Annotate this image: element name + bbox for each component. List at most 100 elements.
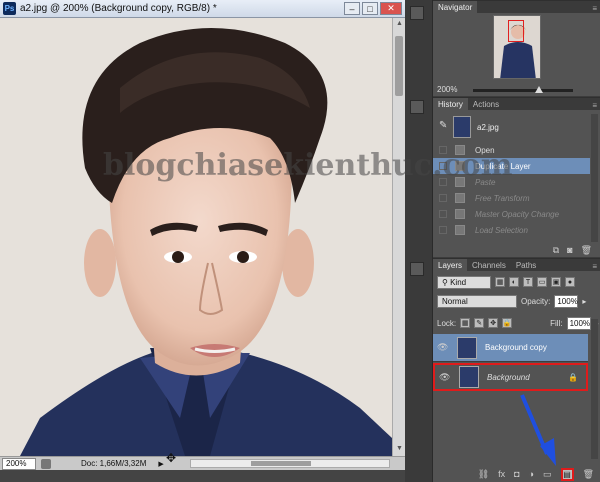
- history-item-label: Master Opacity Change: [475, 209, 560, 219]
- panel-menu-icon[interactable]: ≡: [592, 262, 597, 271]
- filter-adjustment-icon[interactable]: ◐: [509, 277, 519, 287]
- filter-toggle-icon[interactable]: ●: [565, 277, 575, 287]
- snapshot-label: a2.jpg: [477, 122, 499, 132]
- new-document-from-state-icon[interactable]: ⧉: [553, 245, 559, 256]
- panel-menu-icon[interactable]: ≡: [592, 4, 597, 13]
- window-controls: – □ ✕: [344, 2, 402, 15]
- mouse-cursor-icon: ✥: [166, 451, 177, 465]
- navigator-zoom-text[interactable]: 200%: [437, 85, 457, 94]
- document-bottom-edge: [0, 470, 405, 482]
- collapsed-panel-strip: [405, 0, 433, 482]
- document-window: Ps a2.jpg @ 200% (Background copy, RGB/8…: [0, 0, 513, 482]
- filter-kind-label: Kind: [450, 277, 467, 287]
- layer-name: Background copy: [485, 343, 547, 352]
- history-snapshot[interactable]: ✎ a2.jpg: [437, 114, 587, 140]
- document-size-text: Doc: 1,66M/3,32M: [81, 459, 147, 468]
- link-layers-icon[interactable]: ⛓: [478, 469, 489, 480]
- tab-actions[interactable]: Actions: [468, 98, 504, 110]
- delete-state-icon[interactable]: 🗑: [581, 245, 592, 256]
- navigator-tabs: Navigator ≡: [433, 1, 600, 13]
- navigator-panel: Navigator ≡ 200%: [433, 0, 600, 96]
- layers-scrollbar[interactable]: [591, 319, 598, 459]
- history-source-checkbox[interactable]: [439, 210, 447, 218]
- navigator-view-box[interactable]: [508, 20, 524, 42]
- history-item-free-transform[interactable]: Free Transform: [433, 190, 590, 206]
- layer-filter-row: ⚲ Kind ▦ ◐ T ▭ ▣ ●: [437, 274, 575, 290]
- tab-layers[interactable]: Layers: [433, 259, 468, 271]
- layers-strip-icon[interactable]: [410, 262, 424, 276]
- history-item-load-selection[interactable]: Load Selection: [433, 222, 590, 238]
- new-group-icon[interactable]: ▭: [543, 469, 552, 480]
- lock-all-icon[interactable]: 🔒: [502, 318, 513, 328]
- history-brush-icon[interactable]: ✎: [439, 120, 447, 131]
- horizontal-scrollbar[interactable]: [190, 459, 390, 468]
- status-menu-arrow-icon[interactable]: ▶: [158, 460, 163, 468]
- add-mask-icon[interactable]: ◘: [514, 469, 519, 479]
- history-source-checkbox[interactable]: [439, 194, 447, 202]
- new-layer-button[interactable]: ▤: [560, 467, 574, 481]
- filter-type-icon[interactable]: T: [523, 277, 533, 287]
- history-tabs: History Actions ≡: [433, 98, 600, 110]
- history-scrollbar[interactable]: [591, 114, 598, 242]
- portrait-photo: [0, 18, 392, 456]
- watermark-text: blogchiasekienthuc.com: [103, 148, 513, 183]
- fill-input[interactable]: 100%: [566, 316, 591, 330]
- panel-menu-icon[interactable]: ≡: [592, 101, 597, 110]
- snapshot-thumbnail: [453, 116, 471, 138]
- opacity-input[interactable]: 100%: [554, 294, 579, 308]
- close-button[interactable]: ✕: [380, 2, 402, 15]
- filter-pixel-icon[interactable]: ▦: [495, 277, 505, 287]
- tab-paths[interactable]: Paths: [511, 259, 541, 271]
- document-title: a2.jpg @ 200% (Background copy, RGB/8) *: [20, 3, 217, 14]
- history-state-icon: [455, 193, 465, 203]
- zoom-level-field[interactable]: 200%: [2, 457, 36, 470]
- document-status-bar: 200% Doc: 1,66M/3,32M ▶: [0, 456, 405, 470]
- status-info-icon[interactable]: [41, 458, 51, 469]
- photoshop-logo: Ps: [3, 2, 16, 15]
- horizontal-scroll-thumb[interactable]: [251, 461, 311, 466]
- navigator-preview[interactable]: [493, 15, 541, 79]
- history-strip-icon[interactable]: [410, 100, 424, 114]
- tab-channels[interactable]: Channels: [467, 259, 511, 271]
- layer-name: Background: [487, 372, 530, 382]
- layer-item-background-copy[interactable]: 👁 Background copy: [433, 334, 588, 362]
- blend-mode-select[interactable]: Normal: [437, 294, 517, 308]
- layers-panel: Layers Channels Paths ≡ ⚲ Kind ▦ ◐ T ▭ ▣…: [433, 258, 600, 482]
- history-source-checkbox[interactable]: [439, 226, 447, 234]
- minimize-button[interactable]: –: [344, 2, 360, 15]
- layer-style-fx-icon[interactable]: fx: [498, 469, 505, 479]
- fill-label: Fill:: [550, 318, 563, 328]
- navigator-strip-icon[interactable]: [410, 6, 424, 20]
- opacity-dropdown-icon[interactable]: ▸: [582, 297, 586, 306]
- filter-kind-select[interactable]: ⚲ Kind: [437, 275, 491, 289]
- history-state-icon: [455, 209, 465, 219]
- adjustment-layer-icon[interactable]: ◑: [529, 469, 534, 479]
- search-icon: ⚲: [442, 277, 451, 287]
- history-item-master-opacity-change[interactable]: Master Opacity Change: [433, 206, 590, 222]
- zoom-slider-knob[interactable]: [535, 86, 543, 93]
- maximize-button[interactable]: □: [362, 2, 378, 15]
- tab-history[interactable]: History: [433, 98, 468, 110]
- document-titlebar[interactable]: Ps a2.jpg @ 200% (Background copy, RGB/8…: [0, 0, 405, 18]
- visibility-eye-icon[interactable]: 👁: [437, 342, 451, 353]
- delete-layer-icon[interactable]: 🗑: [583, 469, 594, 480]
- scroll-down-icon[interactable]: ▼: [395, 445, 404, 454]
- tab-navigator[interactable]: Navigator: [433, 1, 478, 13]
- lock-position-icon[interactable]: ✥: [488, 318, 499, 328]
- filter-smart-object-icon[interactable]: ▣: [551, 277, 561, 287]
- image-canvas[interactable]: [0, 18, 392, 456]
- history-item-label: Load Selection: [475, 225, 528, 235]
- scroll-up-icon[interactable]: ▲: [395, 20, 404, 29]
- lock-transparent-pixels-icon[interactable]: ▦: [460, 318, 471, 328]
- layer-lock-icon: 🔒: [568, 372, 578, 382]
- filter-shape-icon[interactable]: ▭: [537, 277, 547, 287]
- lock-image-pixels-icon[interactable]: ✎: [474, 318, 485, 328]
- visibility-eye-icon[interactable]: 👁: [439, 372, 453, 383]
- navigator-zoom-slider[interactable]: [473, 86, 573, 93]
- vertical-scroll-thumb[interactable]: [395, 36, 403, 96]
- layers-tabs: Layers Channels Paths ≡: [433, 259, 600, 271]
- history-item-label: Free Transform: [475, 193, 530, 203]
- vertical-scrollbar[interactable]: ▲ ▼: [392, 18, 405, 456]
- layer-item-background[interactable]: 👁 Background 🔒: [433, 363, 588, 391]
- create-snapshot-icon[interactable]: ◙: [567, 245, 572, 255]
